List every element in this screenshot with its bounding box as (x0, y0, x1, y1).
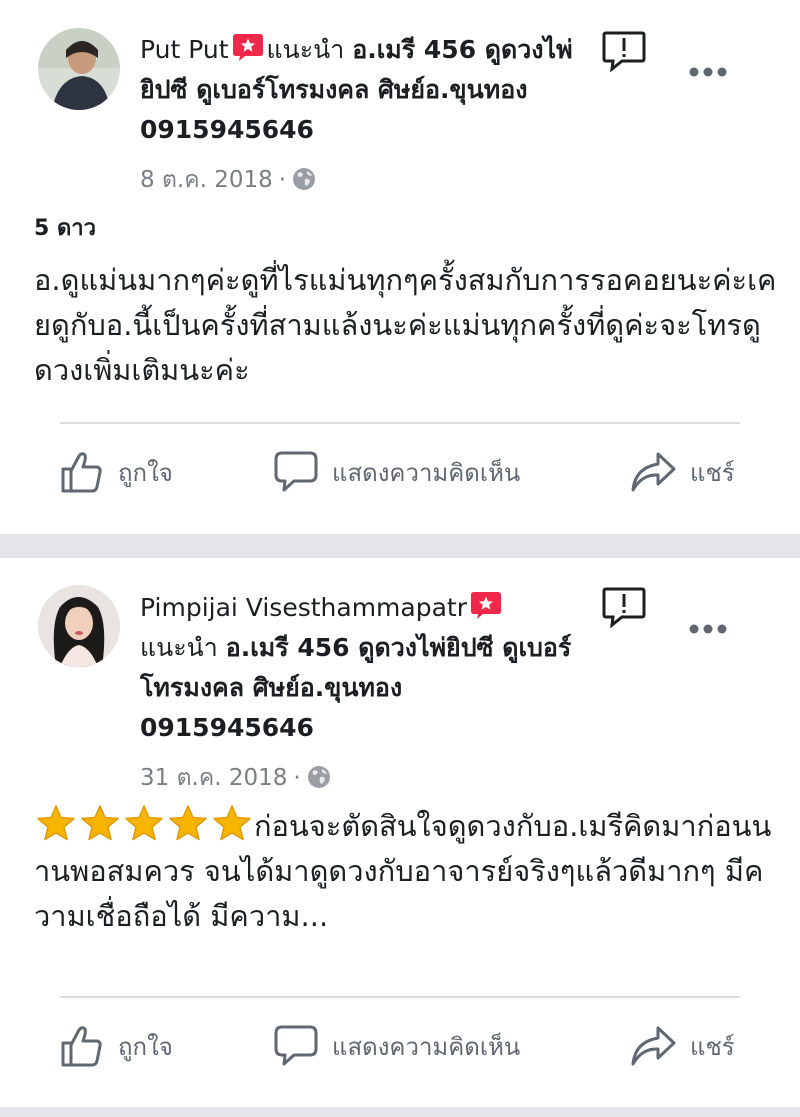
review-text: ก่อนจะตัดสินใจดูดวงกับอ.เมรีคิดมาก่อนนาน… (34, 804, 779, 939)
share-arrow-icon (631, 1026, 676, 1066)
avatar[interactable] (38, 28, 120, 110)
author-name[interactable]: Put Put (140, 35, 229, 64)
review-date[interactable]: 8 ต.ค. 2018 (140, 167, 273, 193)
star-rating (34, 805, 254, 841)
review-card: Pimpijai Visesthammapatr แนะนำ อ.เมรี 45… (0, 558, 800, 1107)
review-text: อ.ดูแม่นมากๆค่ะดูที่ไรแม่นทุกๆครั้งสมกับ… (34, 263, 777, 387)
review-meta: 31 ต.ค. 2018 · (140, 760, 331, 796)
review-header: Put Put แนะนำ อ.เมรี 456 ดูดวงไพ่ยิปซี ดู… (140, 30, 580, 150)
share-arrow-icon (631, 452, 676, 492)
recommend-verb: แนะนำ (266, 35, 345, 64)
comment-bubble-icon (274, 451, 318, 492)
globe-icon (292, 167, 316, 191)
globe-icon (307, 765, 331, 789)
review-card: Put Put แนะนำ อ.เมรี 456 ดูดวงไพ่ยิปซี ดู… (0, 0, 800, 534)
star-icon (125, 805, 163, 841)
avatar[interactable] (38, 585, 120, 667)
star-icon (169, 805, 207, 841)
star-icon (213, 805, 251, 841)
meta-separator: · (278, 167, 287, 193)
share-label: แชร์ (690, 1032, 735, 1061)
author-name[interactable]: Pimpijai Visesthammapatr (140, 593, 467, 622)
star-icon (37, 805, 75, 841)
star-icon (81, 805, 119, 841)
comment-bubble-icon (274, 1025, 318, 1066)
share-button[interactable]: แชร์ (630, 1024, 735, 1068)
review-date[interactable]: 31 ต.ค. 2018 (140, 765, 287, 791)
comment-label: แสดงความคิดเห็น (332, 1032, 521, 1061)
divider (60, 422, 740, 424)
more-options-icon[interactable] (688, 621, 728, 635)
recommend-badge-icon (232, 33, 263, 61)
divider (60, 996, 740, 998)
recommend-verb: แนะนำ (140, 633, 218, 662)
review-header: Pimpijai Visesthammapatr แนะนำ อ.เมรี 45… (140, 588, 580, 748)
like-label: ถูกใจ (118, 1032, 173, 1061)
recommend-badge-icon (471, 591, 501, 619)
comment-label: แสดงความคิดเห็น (332, 458, 521, 487)
comment-button[interactable]: แสดงความคิดเห็น (274, 450, 520, 494)
share-button[interactable]: แชร์ (630, 450, 735, 494)
thumbs-up-icon (61, 452, 102, 493)
more-options-icon[interactable] (688, 64, 728, 78)
report-flag-icon[interactable] (602, 30, 646, 73)
meta-separator: · (293, 765, 301, 791)
like-label: ถูกใจ (118, 458, 173, 487)
comment-button[interactable]: แสดงความคิดเห็น (274, 1024, 520, 1068)
like-button[interactable]: ถูกใจ (60, 450, 173, 494)
like-button[interactable]: ถูกใจ (60, 1024, 173, 1068)
review-meta: 8 ต.ค. 2018 · (140, 162, 316, 198)
report-flag-icon[interactable] (602, 586, 646, 629)
rating-label: 5 ดาว (34, 216, 96, 241)
thumbs-up-icon (61, 1026, 102, 1067)
share-label: แชร์ (690, 458, 735, 487)
